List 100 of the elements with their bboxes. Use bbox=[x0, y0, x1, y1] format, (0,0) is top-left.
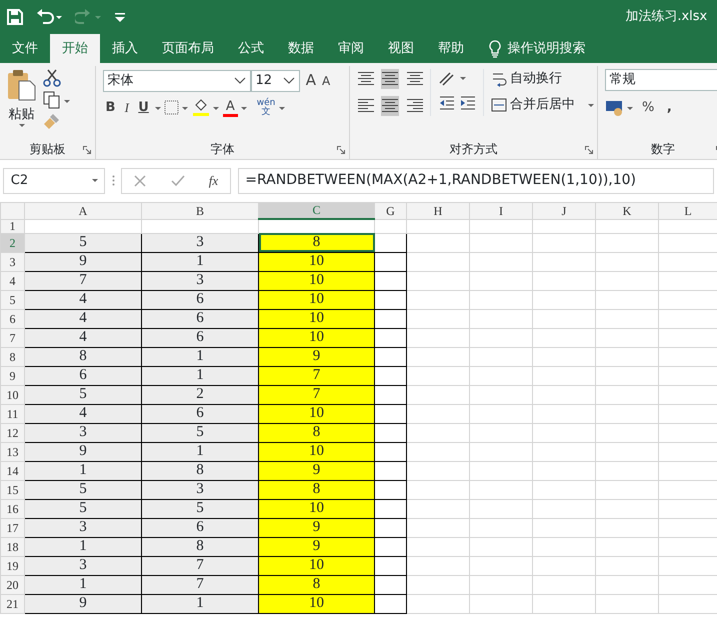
shrink-font-button[interactable]: A bbox=[319, 72, 334, 90]
row-header[interactable]: 7 bbox=[0, 328, 24, 347]
ribbon-tab[interactable]: 公式 bbox=[226, 34, 276, 63]
name-box[interactable]: C2 bbox=[3, 168, 106, 194]
ribbon-tab[interactable]: 文件 bbox=[0, 34, 50, 63]
table-cell: 7 bbox=[24, 271, 142, 290]
align-middle-icon[interactable] bbox=[381, 69, 399, 90]
ribbon-tab[interactable]: 帮助 bbox=[426, 34, 476, 63]
table-cell: 3 bbox=[142, 480, 258, 499]
save-icon[interactable] bbox=[6, 9, 22, 25]
merge-center-button[interactable]: 合并后居中 bbox=[490, 95, 594, 115]
table-cell: 10 bbox=[258, 499, 374, 518]
wrap-text-icon bbox=[490, 71, 507, 87]
italic-button[interactable]: I bbox=[122, 98, 132, 118]
column-header[interactable]: L bbox=[658, 202, 717, 219]
ribbon-tab[interactable]: 审阅 bbox=[326, 34, 376, 63]
phonetic-guide-button[interactable]: wén 文 bbox=[256, 99, 276, 117]
column-header[interactable]: A bbox=[24, 202, 142, 219]
row-header[interactable]: 2 bbox=[0, 233, 24, 252]
caret-icon[interactable] bbox=[92, 179, 98, 182]
increase-indent-icon[interactable] bbox=[458, 94, 477, 112]
insert-function-button[interactable]: fx bbox=[208, 171, 218, 190]
row-header[interactable]: 21 bbox=[0, 594, 24, 613]
check-icon[interactable] bbox=[170, 174, 185, 187]
tell-me-search[interactable]: 操作说明搜索 bbox=[508, 38, 586, 58]
bold-button[interactable]: B bbox=[102, 98, 118, 118]
row-header[interactable]: 8 bbox=[0, 347, 24, 366]
ribbon-tab[interactable]: 数据 bbox=[276, 34, 326, 63]
table-cell: 1 bbox=[142, 252, 258, 271]
row-header[interactable]: 11 bbox=[0, 404, 24, 423]
table-cell: 9 bbox=[24, 594, 142, 613]
formula-field[interactable]: =RANDBETWEEN(MAX(A2+1,RANDBETWEEN(1,10)),10) bbox=[238, 168, 714, 194]
row-header[interactable]: 17 bbox=[0, 518, 24, 537]
currency-icon[interactable] bbox=[604, 98, 632, 116]
row-header[interactable]: 16 bbox=[0, 499, 24, 518]
column-header[interactable]: J bbox=[532, 202, 596, 219]
clipboard-icon[interactable] bbox=[6, 69, 36, 102]
caret-icon[interactable] bbox=[278, 106, 285, 110]
table-cell: 3 bbox=[142, 233, 258, 252]
row-header[interactable]: 12 bbox=[0, 423, 24, 442]
table-cell: 6 bbox=[142, 518, 258, 537]
customize-icon[interactable] bbox=[114, 11, 126, 23]
row-header[interactable]: 20 bbox=[0, 575, 24, 594]
caret-icon[interactable] bbox=[155, 106, 162, 110]
scissors-icon[interactable] bbox=[43, 69, 61, 88]
column-header[interactable]: B bbox=[142, 202, 258, 219]
fill-color-icon[interactable] bbox=[192, 99, 220, 117]
copy-icon[interactable] bbox=[43, 90, 71, 108]
font-size-field[interactable]: 12 bbox=[250, 70, 300, 92]
dialog-launcher-icon[interactable] bbox=[337, 146, 345, 154]
chevron-down-icon[interactable] bbox=[282, 77, 294, 84]
row-header[interactable]: 6 bbox=[0, 309, 24, 328]
font-name-field[interactable]: 宋体 bbox=[102, 70, 250, 92]
dialog-launcher-icon[interactable] bbox=[83, 146, 91, 154]
percent-button[interactable]: % bbox=[639, 98, 658, 118]
row-header[interactable]: 4 bbox=[0, 271, 24, 290]
table-cell: 4 bbox=[24, 404, 142, 423]
number-format-field[interactable]: 常规 bbox=[604, 69, 717, 92]
group-label: 数字 bbox=[651, 141, 675, 158]
row-header[interactable]: 10 bbox=[0, 385, 24, 404]
ribbon-tab[interactable]: 开始 bbox=[50, 34, 100, 63]
dialog-launcher-icon[interactable] bbox=[585, 146, 593, 154]
decrease-indent-icon[interactable] bbox=[438, 94, 456, 112]
underline-button[interactable]: U bbox=[135, 98, 152, 118]
row-header[interactable]: 18 bbox=[0, 537, 24, 556]
table-cell: 1 bbox=[142, 366, 258, 385]
border-icon[interactable] bbox=[164, 100, 188, 116]
ribbon-tab[interactable]: 页面布局 bbox=[150, 34, 226, 63]
column-header[interactable]: G bbox=[374, 202, 406, 219]
row-header[interactable]: 5 bbox=[0, 290, 24, 309]
row-header[interactable]: 3 bbox=[0, 252, 24, 271]
chevron-down-icon[interactable] bbox=[234, 77, 246, 84]
ribbon-tab[interactable]: 插入 bbox=[100, 34, 150, 63]
table-cell: 4 bbox=[24, 328, 142, 347]
column-header[interactable]: K bbox=[596, 202, 658, 219]
drag-handle-icon[interactable] bbox=[112, 175, 115, 186]
undo-icon[interactable] bbox=[36, 9, 62, 25]
caret-icon[interactable] bbox=[240, 106, 247, 110]
row-header[interactable]: 1 bbox=[0, 219, 24, 233]
grow-font-button[interactable]: A bbox=[302, 69, 320, 92]
row-header[interactable]: 14 bbox=[0, 461, 24, 480]
row-header[interactable]: 19 bbox=[0, 556, 24, 575]
table-cell: 3 bbox=[24, 423, 142, 442]
row-header[interactable]: 9 bbox=[0, 366, 24, 385]
paste-button[interactable]: 粘贴 bbox=[8, 104, 34, 124]
caret-icon[interactable] bbox=[18, 124, 24, 127]
table-cell: 4 bbox=[24, 290, 142, 309]
table-cell: 6 bbox=[142, 404, 258, 423]
column-header[interactable]: H bbox=[406, 202, 470, 219]
row-header[interactable]: 15 bbox=[0, 480, 24, 499]
table-cell: 8 bbox=[142, 461, 258, 480]
row-header[interactable]: 13 bbox=[0, 442, 24, 461]
wrap-text-button[interactable]: 自动换行 bbox=[490, 69, 594, 89]
column-header[interactable]: C bbox=[258, 202, 374, 219]
font-color-button[interactable]: A bbox=[222, 100, 238, 116]
align-center-icon[interactable] bbox=[381, 96, 399, 116]
comma-button[interactable]: , bbox=[664, 98, 675, 118]
column-header[interactable]: I bbox=[470, 202, 532, 219]
ribbon-tab[interactable]: 视图 bbox=[376, 34, 426, 63]
table-cell: 9 bbox=[24, 252, 142, 271]
